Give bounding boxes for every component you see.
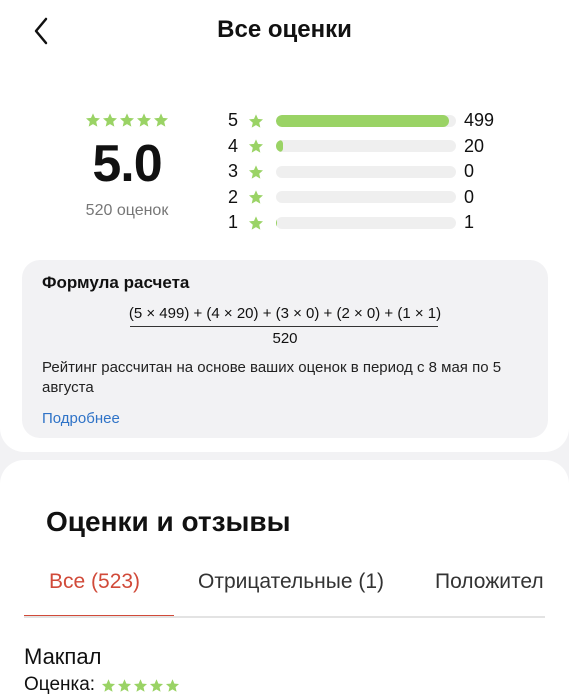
section-title: Оценки и отзывы	[46, 506, 291, 537]
review-author: Макпал	[24, 644, 102, 669]
distribution-bar	[276, 165, 456, 178]
formula-description: Рейтинг рассчитан на основе ваших оценок…	[42, 359, 502, 396]
review-tabs: Все (523) Отрицательные (1) Положительны…	[24, 558, 545, 618]
distribution-row: 5 499	[228, 108, 528, 134]
star-icon	[154, 113, 168, 127]
distribution-bar	[276, 114, 456, 127]
distribution-bar-fill	[276, 216, 277, 229]
star-count: 1	[464, 212, 475, 233]
reviews-card: Оценки и отзывы Все (523) Отрицательные …	[0, 460, 569, 700]
fraction-line	[130, 326, 438, 327]
star-icon	[118, 678, 132, 692]
formula-title: Формула расчета	[42, 273, 190, 292]
star-level: 1	[228, 212, 239, 233]
ratings-count: 520 оценок	[85, 202, 169, 219]
star-icon	[249, 165, 263, 179]
star-icon	[249, 114, 263, 128]
distribution-bar	[276, 191, 456, 204]
star-icon	[249, 216, 263, 230]
rating-label: Оценка:	[24, 674, 96, 695]
distribution-bar	[276, 216, 456, 229]
star-level: 2	[228, 186, 239, 207]
star-count: 20	[464, 135, 485, 156]
star-count: 499	[464, 110, 495, 131]
star-count: 0	[464, 186, 475, 207]
review-rating: Оценка:	[24, 674, 180, 696]
star-level: 5	[228, 110, 239, 131]
star-icon	[120, 113, 134, 127]
distribution-bar-fill	[276, 140, 284, 153]
star-icon	[249, 190, 263, 204]
tab-positive[interactable]: Положительные	[435, 570, 545, 594]
review-stars	[101, 678, 180, 693]
star-icon	[103, 113, 117, 127]
distribution-row: 4 20	[228, 134, 528, 160]
tab-all[interactable]: Все (523)	[49, 570, 140, 594]
star-level: 3	[228, 161, 239, 182]
star-icon	[166, 678, 180, 692]
rating-distribution: 5 499 4 20 3 0 2 0 1 1	[228, 108, 528, 236]
active-tab-indicator	[24, 615, 174, 616]
star-icon	[137, 113, 151, 127]
summary-stars	[72, 112, 182, 128]
star-icon	[134, 678, 148, 692]
star-icon	[249, 139, 263, 153]
star-level: 4	[228, 135, 239, 156]
more-link[interactable]: Подробнее	[42, 410, 120, 427]
distribution-row: 1 1	[228, 210, 528, 236]
star-icon	[150, 678, 164, 692]
header: Все оценки	[0, 0, 569, 64]
star-icon	[86, 113, 100, 127]
formula-panel: Формула расчета (5 × 499) + (4 × 20) + (…	[22, 260, 548, 438]
average-score: 5.0	[92, 135, 162, 193]
star-count: 0	[464, 161, 475, 182]
distribution-bar	[276, 140, 456, 153]
formula-numerator: (5 × 499) + (4 × 20) + (3 × 0) + (2 × 0)…	[128, 305, 442, 322]
tab-negative[interactable]: Отрицательные (1)	[198, 570, 384, 594]
page-title: Все оценки	[217, 16, 352, 43]
distribution-row: 3 0	[228, 159, 528, 185]
distribution-row: 2 0	[228, 185, 528, 211]
distribution-bar-fill	[276, 114, 449, 127]
rating-summary: 5.0 520 оценок	[72, 112, 182, 220]
formula-denominator: 520	[272, 330, 298, 347]
star-icon	[102, 678, 116, 692]
ratings-summary-card: Все оценки 5.0 520 оценок 5 499 4 20 3 0…	[0, 0, 569, 452]
